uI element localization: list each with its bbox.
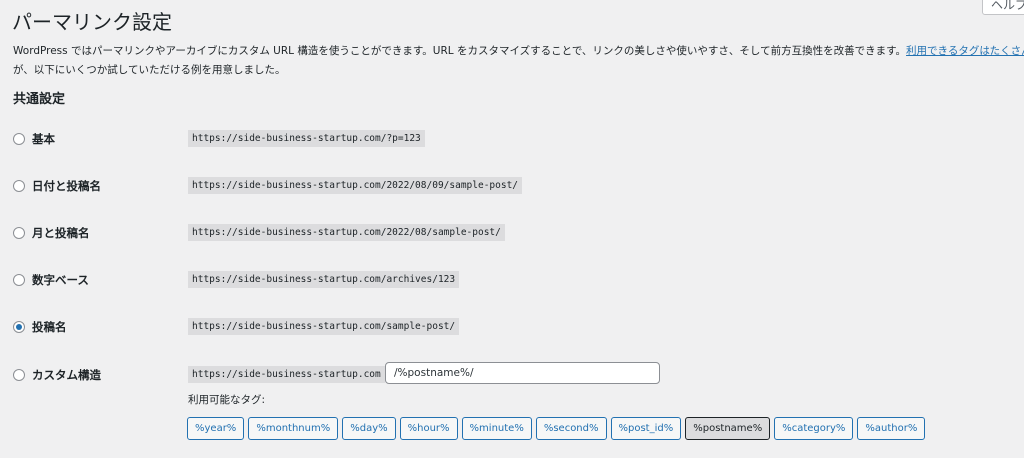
tag-button-hour[interactable]: %hour% bbox=[399, 417, 458, 440]
radio-numeric[interactable] bbox=[13, 274, 25, 286]
radio-plain[interactable] bbox=[13, 133, 25, 145]
description-text: WordPress ではパーマリンクやアーカイブにカスタム URL 構造を使うこ… bbox=[13, 45, 907, 57]
custom-base-url: https://side-business-startup.com bbox=[188, 366, 385, 383]
radio-post-name[interactable] bbox=[13, 321, 25, 333]
tag-button-category[interactable]: %category% bbox=[774, 417, 854, 440]
tag-button-post-id[interactable]: %post_id% bbox=[610, 417, 682, 440]
option-label[interactable]: 基本 bbox=[32, 131, 55, 147]
option-label[interactable]: 数字ベース bbox=[32, 272, 89, 288]
tag-button-group: %year% %monthnum% %day% %hour% %minute% … bbox=[187, 417, 926, 440]
example-url: https://side-business-startup.com/archiv… bbox=[188, 271, 460, 288]
page-title: パーマリンク設定 bbox=[12, 10, 172, 34]
option-label[interactable]: 日付と投稿名 bbox=[32, 178, 101, 194]
option-label[interactable]: カスタム構造 bbox=[32, 367, 101, 383]
available-tags-label: 利用可能なタグ: bbox=[188, 394, 266, 406]
help-tab-button[interactable]: ヘルプ bbox=[982, 0, 1024, 15]
tag-button-day[interactable]: %day% bbox=[342, 417, 396, 440]
example-url: https://side-business-startup.com/sample… bbox=[188, 318, 460, 335]
example-url: https://side-business-startup.com/?p=123 bbox=[188, 130, 425, 147]
radio-month-name[interactable] bbox=[13, 227, 25, 239]
example-url: https://side-business-startup.com/2022/0… bbox=[188, 224, 505, 241]
radio-day-name[interactable] bbox=[13, 180, 25, 192]
tag-button-author[interactable]: %author% bbox=[857, 417, 926, 440]
tag-button-postname[interactable]: %postname% bbox=[685, 417, 771, 440]
tag-button-minute[interactable]: %minute% bbox=[461, 417, 532, 440]
description-text-2: が、以下にいくつか試していただける例を用意しました。 bbox=[13, 64, 286, 76]
available-tags-link[interactable]: 利用できるタグはたくさんあります bbox=[906, 45, 1024, 57]
tag-button-monthnum[interactable]: %monthnum% bbox=[248, 417, 339, 440]
option-label[interactable]: 投稿名 bbox=[32, 319, 67, 335]
page-description: WordPress ではパーマリンクやアーカイブにカスタム URL 構造を使うこ… bbox=[13, 42, 1024, 80]
radio-custom[interactable] bbox=[13, 369, 25, 381]
common-settings-heading: 共通設定 bbox=[13, 92, 66, 107]
tag-button-year[interactable]: %year% bbox=[187, 417, 245, 440]
option-label[interactable]: 月と投稿名 bbox=[32, 225, 90, 241]
example-url: https://side-business-startup.com/2022/0… bbox=[188, 177, 523, 194]
tag-button-second[interactable]: %second% bbox=[535, 417, 607, 440]
custom-structure-input[interactable] bbox=[385, 362, 660, 384]
